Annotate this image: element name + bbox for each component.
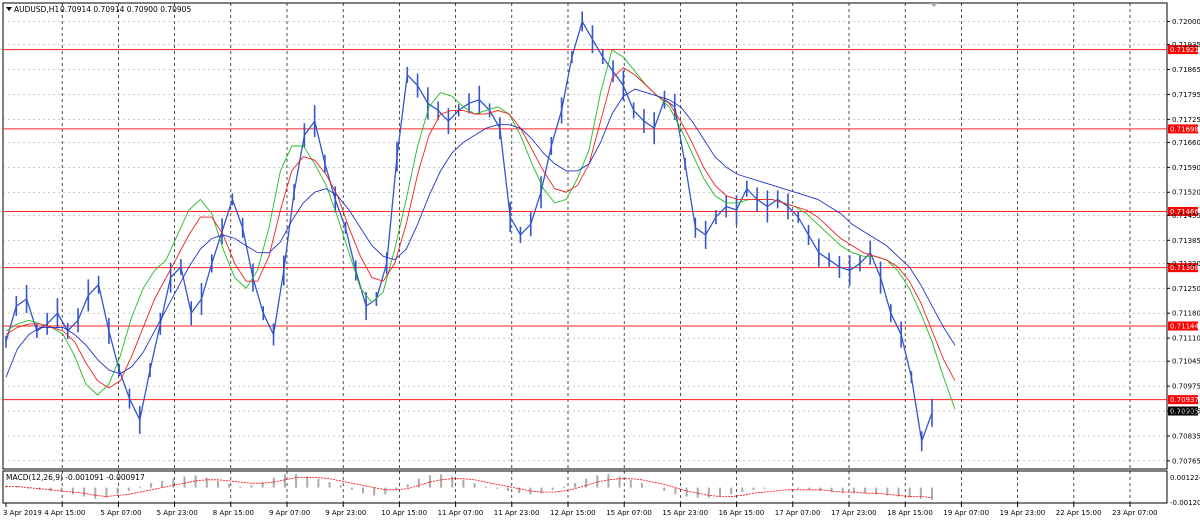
- price-tick-label: 0.71520: [1172, 189, 1200, 197]
- price-tick-label: 0.71385: [1172, 237, 1200, 245]
- time-tick-label: 19 Apr 23:00: [1000, 509, 1046, 517]
- time-tick-label: 17 Apr 07:00: [775, 509, 821, 517]
- time-tick-label: 8 Apr 15:00: [213, 509, 254, 517]
- level-tag-label: 0.71144: [1170, 322, 1199, 330]
- time-tick-label: 11 Apr 23:00: [494, 509, 540, 517]
- time-tick-label: 16 Apr 15:00: [719, 509, 765, 517]
- time-tick-label: 12 Apr 15:00: [550, 509, 596, 517]
- time-axis: 3 Apr 2019 4 Apr 15:00 5 Apr 07:00 5 Apr 23…: [3, 503, 1158, 517]
- price-tick-label: 0.71725: [1172, 116, 1200, 124]
- time-tick-label: 23 Apr 07:00: [1112, 509, 1158, 517]
- time-tick-label: 17 Apr 23:00: [831, 509, 877, 517]
- time-tick-label: 9 Apr 23:00: [325, 509, 366, 517]
- time-tick-label: 4 Apr 15:00: [44, 509, 85, 517]
- price-tick-label: 0.72000: [1172, 18, 1200, 26]
- price-tick-label: 0.71660: [1172, 139, 1200, 147]
- macd-frame: [2, 470, 1168, 504]
- price-tick-label: 0.70765: [1172, 457, 1200, 465]
- price-tick-label: 0.71045: [1172, 358, 1200, 366]
- chart-window[interactable]: 0.71921 0.71698 0.71466 0.71308 0.71144 0.709…: [0, 0, 1200, 523]
- time-tick-label: 19 Apr 07:00: [943, 509, 989, 517]
- macd-axis-top: 0.001224: [1170, 474, 1200, 482]
- plot-frame: [2, 2, 1168, 470]
- time-tick-label: 5 Apr 23:00: [157, 509, 198, 517]
- time-tick-label: 5 Apr 07:00: [100, 509, 141, 517]
- time-tick-label: 3 Apr 2019: [3, 509, 42, 517]
- price-tick-label: 0.70835: [1172, 432, 1200, 440]
- price-tick-label: 0.71180: [1172, 310, 1200, 318]
- level-tag-label: 0.70937: [1170, 396, 1199, 404]
- symbol-label: AUDUSD,H1: [14, 5, 59, 14]
- price-tick-label: 0.71590: [1172, 164, 1200, 172]
- price-tick-label: 0.71865: [1172, 66, 1200, 74]
- time-tick-label: 22 Apr 15:00: [1056, 509, 1102, 517]
- price-tick-label: 0.71320: [1172, 260, 1200, 268]
- price-tick-label: 0.71110: [1172, 335, 1200, 343]
- level-tag-label: 0.71698: [1170, 125, 1199, 133]
- macd-label: MACD(12,26,9) -0.001091 -0.000917: [6, 473, 145, 482]
- time-tick-label: 9 Apr 07:00: [269, 509, 310, 517]
- time-tick-label: 10 Apr 15:00: [381, 509, 427, 517]
- price-tick-label: 0.70905: [1172, 408, 1200, 416]
- time-tick-label: 18 Apr 15:00: [887, 509, 933, 517]
- time-tick-label: 15 Apr 07:00: [606, 509, 652, 517]
- price-tick-label: 0.71935: [1172, 41, 1200, 49]
- price-tick-label: 0.71250: [1172, 285, 1200, 293]
- ohlc-readout: 0.70914 0.70914 0.70900 0.70905: [60, 5, 191, 14]
- time-tick-label: 15 Apr 23:00: [662, 509, 708, 517]
- price-tick-label: 0.71795: [1172, 91, 1200, 99]
- time-tick-label: 11 Apr 07:00: [438, 509, 484, 517]
- macd-axis-bottom: -0.001202: [1170, 499, 1200, 507]
- price-chart[interactable]: 0.719210.716980.714660.713080.711440.709…: [0, 0, 1200, 523]
- price-tick-label: 0.71455: [1172, 212, 1200, 220]
- price-tick-label: 0.70975: [1172, 383, 1200, 391]
